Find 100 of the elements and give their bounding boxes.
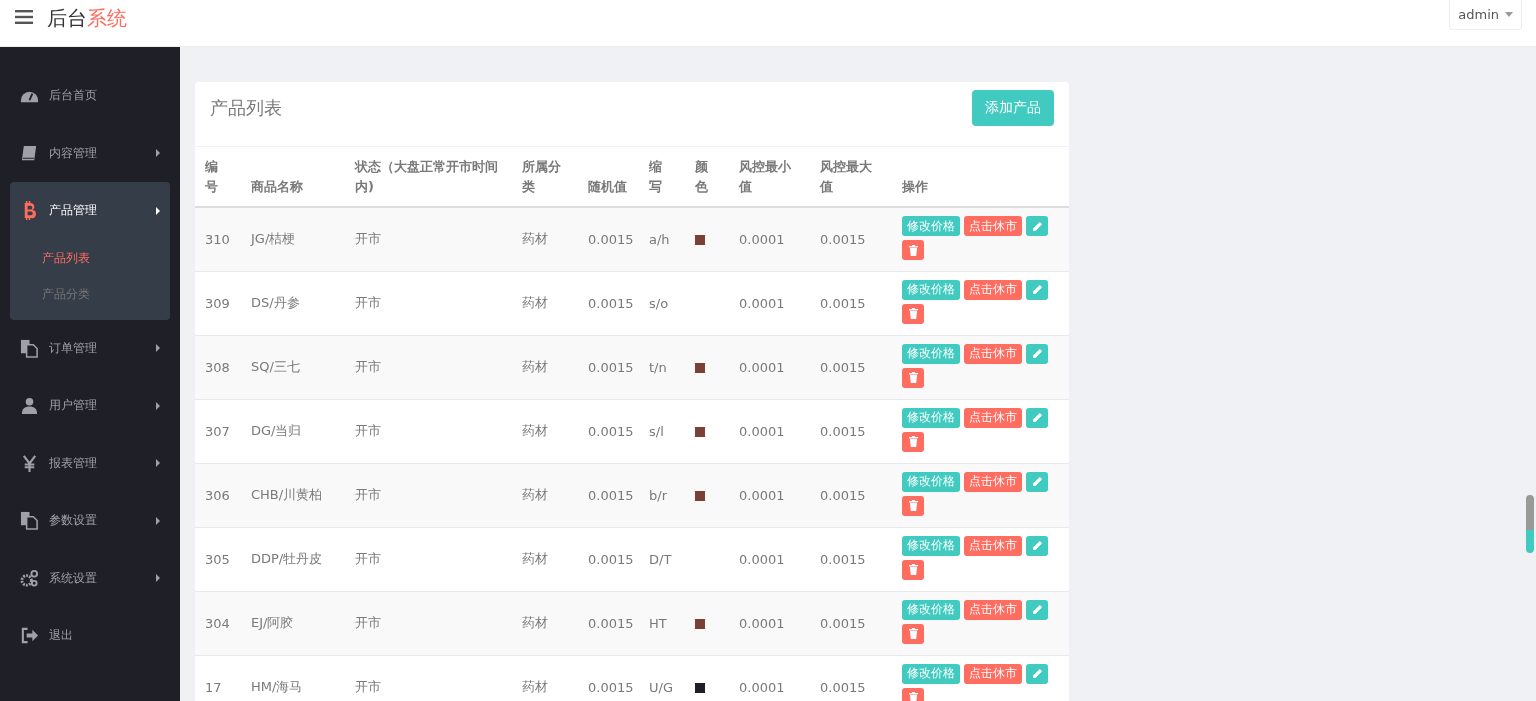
- table-cell: 0.0001: [739, 359, 785, 375]
- sidebar-item[interactable]: 订单管理: [10, 319, 170, 377]
- table-cell: 开市: [355, 359, 381, 374]
- table-cell: 0.0015: [588, 679, 634, 695]
- table-cell: 307: [205, 423, 230, 439]
- sidebar-item[interactable]: 系统设置: [10, 549, 170, 607]
- edit-price-button[interactable]: 修改价格: [902, 663, 960, 684]
- edit-price-button[interactable]: 修改价格: [902, 216, 960, 236]
- sidebar-item[interactable]: 报表管理: [10, 434, 170, 492]
- files-icon: [20, 338, 39, 358]
- table-cell: a/h: [649, 231, 670, 247]
- table-cell: s/o: [649, 295, 669, 311]
- table-cell: 药材: [522, 615, 548, 630]
- column-header: 操作: [902, 178, 928, 194]
- caret-icon: [156, 206, 160, 215]
- gears-icon: [20, 568, 39, 588]
- edit-button[interactable]: [1026, 471, 1048, 492]
- close-market-button[interactable]: 点击休市: [964, 343, 1022, 364]
- table-cell: 0.0015: [588, 423, 634, 439]
- user-dropdown[interactable]: admin: [1449, 0, 1522, 30]
- files-icon: [20, 511, 39, 531]
- table-cell: CHB/川黄柏: [251, 487, 323, 502]
- table-cell: 开市: [355, 295, 381, 310]
- edit-button[interactable]: [1026, 663, 1048, 684]
- close-market-button[interactable]: 点击休市: [964, 599, 1022, 620]
- table-cell: 药材: [522, 359, 548, 374]
- close-market-button[interactable]: 点击休市: [964, 279, 1022, 300]
- sidebar-item[interactable]: 参数设置: [10, 492, 170, 550]
- caret-icon: [1505, 12, 1513, 17]
- sidebar-item[interactable]: 用户管理: [10, 377, 170, 435]
- edit-button[interactable]: [1026, 279, 1048, 300]
- caret-icon: [156, 516, 160, 525]
- table-cell: U/G: [649, 679, 673, 695]
- table-cell: 药材: [522, 679, 548, 695]
- table-cell: 0.0015: [820, 231, 866, 247]
- pencil-icon: [1031, 412, 1043, 423]
- table-cell: 309: [205, 295, 230, 311]
- edit-price-button[interactable]: 修改价格: [902, 535, 960, 556]
- caret-icon: [156, 574, 160, 583]
- sidebar-item[interactable]: 内容管理: [10, 124, 170, 182]
- edit-price-button[interactable]: 修改价格: [902, 279, 960, 300]
- edit-button[interactable]: [1026, 216, 1048, 236]
- close-market-button[interactable]: 点击休市: [964, 663, 1022, 684]
- menu-icon[interactable]: [15, 10, 33, 24]
- trash-icon: [908, 308, 918, 319]
- delete-button[interactable]: [902, 303, 924, 324]
- table-cell: 310: [205, 231, 230, 247]
- sidebar-item[interactable]: 后台首页: [10, 67, 170, 125]
- delete-button[interactable]: [902, 495, 924, 516]
- table-cell: 308: [205, 359, 230, 375]
- edit-price-button[interactable]: 修改价格: [902, 343, 960, 364]
- trash-icon: [908, 500, 918, 511]
- edit-button[interactable]: [1026, 343, 1048, 364]
- delete-button[interactable]: [902, 623, 924, 644]
- column-header: 状态（大盘正常开市时间内): [355, 159, 498, 194]
- edit-button[interactable]: [1026, 407, 1048, 428]
- trash-icon: [908, 244, 918, 256]
- delete-button[interactable]: [902, 559, 924, 580]
- close-market-button[interactable]: 点击休市: [964, 471, 1022, 492]
- sidebar-subitem[interactable]: 产品列表: [10, 239, 170, 276]
- table-cell: b/r: [649, 487, 667, 503]
- pencil-icon: [1031, 284, 1043, 295]
- panel-title: 产品列表: [210, 96, 282, 120]
- delete-button[interactable]: [902, 240, 924, 260]
- edit-price-button[interactable]: 修改价格: [902, 471, 960, 492]
- table-cell: 药材: [522, 487, 548, 502]
- table-cell: t/n: [649, 359, 667, 375]
- add-product-button[interactable]: 添加产品: [972, 90, 1054, 126]
- edit-price-button[interactable]: 修改价格: [902, 407, 960, 428]
- pencil-icon: [1031, 604, 1043, 615]
- sidebar-item[interactable]: 产品管理: [10, 182, 170, 240]
- scrollbar-thumb[interactable]: [1526, 495, 1534, 553]
- user-icon: [20, 396, 39, 416]
- sidebar-item[interactable]: 退出: [10, 607, 170, 665]
- column-header: 编号: [205, 159, 218, 194]
- table-cell: 药材: [522, 295, 548, 310]
- caret-icon: [156, 149, 160, 158]
- pencil-icon: [1031, 540, 1043, 551]
- close-market-button[interactable]: 点击休市: [964, 535, 1022, 556]
- delete-button[interactable]: [902, 431, 924, 452]
- close-market-button[interactable]: 点击休市: [964, 407, 1022, 428]
- table-cell: 开市: [355, 487, 381, 502]
- table-cell: 0.0001: [739, 679, 785, 695]
- pencil-icon: [1031, 476, 1043, 487]
- table-cell: SQ/三七: [251, 359, 300, 374]
- close-market-button[interactable]: 点击休市: [964, 216, 1022, 236]
- table-cell: 0.0015: [588, 487, 634, 503]
- edit-button[interactable]: [1026, 599, 1048, 620]
- table-cell: HT: [649, 615, 667, 631]
- edit-price-button[interactable]: 修改价格: [902, 599, 960, 620]
- sidebar-subitem[interactable]: 产品分类: [10, 275, 170, 312]
- delete-button[interactable]: [902, 367, 924, 388]
- trash-icon: [908, 372, 918, 383]
- yen-icon: [20, 453, 39, 473]
- table-cell: 开市: [355, 615, 381, 630]
- delete-button[interactable]: [902, 687, 924, 701]
- column-header: 所属分类: [522, 159, 561, 194]
- edit-button[interactable]: [1026, 535, 1048, 556]
- table-cell: EJ/阿胶: [251, 615, 294, 630]
- table-cell: 0.0001: [739, 423, 785, 439]
